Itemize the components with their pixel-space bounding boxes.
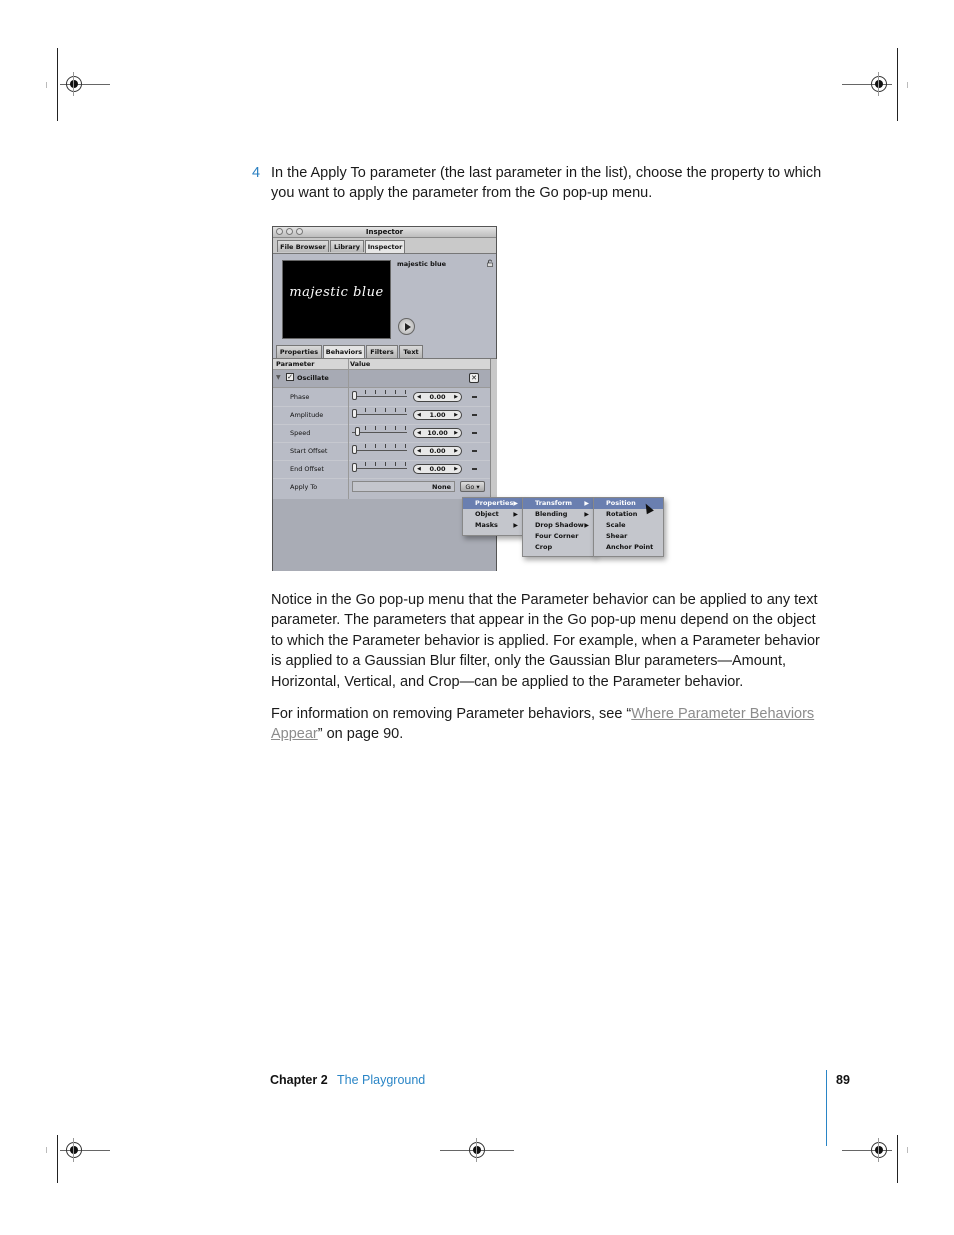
param-row-speed: Speed ◀ 10.00 ▶	[273, 424, 490, 443]
tab-properties[interactable]: Properties	[276, 345, 322, 358]
param-label: Start Offset	[290, 447, 328, 455]
behavior-name: Oscillate	[297, 374, 329, 382]
amplitude-slider[interactable]	[352, 409, 407, 418]
tab-filters[interactable]: Filters	[366, 345, 398, 358]
sub-tab-bar: Properties Behaviors Filters Text	[273, 344, 496, 359]
go-menu-level3: Position Rotation Scale Shear Anchor Poi…	[593, 497, 664, 557]
step-text: In the Apply To parameter (the last para…	[271, 165, 822, 202]
amplitude-value-field[interactable]: ◀ 1.00 ▶	[413, 410, 462, 420]
param-row-end-offset: End Offset ◀ 0.00 ▶	[273, 460, 490, 479]
slider-ticks	[365, 444, 406, 448]
reset-icon[interactable]	[472, 450, 477, 452]
object-name: majestic blue	[397, 260, 447, 268]
param-label: Amplitude	[290, 411, 324, 419]
slider-knob[interactable]	[352, 409, 357, 418]
tab-file-browser[interactable]: File Browser	[277, 240, 329, 252]
disclosure-triangle-icon[interactable]: ▼	[276, 374, 281, 381]
top-tab-bar: File Browser Library Inspector	[273, 238, 496, 254]
speed-value-field[interactable]: ◀ 10.00 ▶	[413, 428, 462, 438]
tab-text[interactable]: Text	[399, 345, 423, 358]
menu-item-scale[interactable]: Scale	[594, 520, 663, 531]
phase-slider[interactable]	[352, 391, 407, 400]
menu-item-properties[interactable]: Properties ▶	[463, 498, 523, 509]
footer-chapter-title: The Playground	[337, 1073, 426, 1087]
menu-item-masks[interactable]: Masks ▶	[463, 520, 523, 531]
param-row-phase: Phase ◀ 0.00 ▶	[273, 388, 490, 407]
slider-ticks	[365, 462, 406, 466]
slider-knob[interactable]	[352, 463, 357, 472]
footer-divider	[826, 1070, 827, 1146]
speed-slider[interactable]	[352, 427, 407, 436]
paragraph-more-info: For information on removing Parameter be…	[271, 704, 827, 745]
param-label: Apply To	[290, 483, 318, 491]
step-number: 4	[252, 165, 261, 181]
go-popup-button[interactable]: Go ▾	[460, 481, 485, 492]
param-label: Speed	[290, 429, 311, 437]
play-icon[interactable]	[398, 318, 415, 335]
menu-item-blending[interactable]: Blending ▶	[523, 509, 594, 520]
column-value: Value	[350, 360, 371, 368]
lock-icon[interactable]	[487, 259, 493, 267]
slider-knob[interactable]	[355, 427, 360, 436]
go-menu-level2: Transform ▶ Blending ▶ Drop Shadow ▶ Four C…	[522, 497, 595, 557]
tab-behaviors[interactable]: Behaviors	[323, 345, 365, 358]
param-row-amplitude: Amplitude ◀ 1.00 ▶	[273, 406, 490, 425]
column-header: Parameter Value	[273, 359, 490, 370]
menu-item-object[interactable]: Object ▶	[463, 509, 523, 520]
scrollbar[interactable]	[490, 359, 497, 499]
tab-library[interactable]: Library	[330, 240, 364, 252]
param-label: End Offset	[290, 465, 324, 473]
preview-text: majestic blue	[289, 285, 384, 300]
menu-item-transform[interactable]: Transform ▶	[523, 498, 594, 509]
menu-item-crop[interactable]: Crop	[523, 542, 594, 553]
title-bar: Inspector	[273, 227, 496, 238]
behavior-group-row: ▼ ✓ Oscillate ✕	[273, 370, 490, 388]
apply-to-field: None	[352, 481, 455, 492]
param-label: Phase	[290, 393, 310, 401]
preview-thumbnail: majestic blue	[282, 260, 391, 339]
reset-icon[interactable]	[472, 468, 477, 470]
paragraph-text: ” on page 90.	[317, 726, 404, 743]
window-title: Inspector	[365, 228, 404, 236]
menu-item-shear[interactable]: Shear	[594, 531, 663, 542]
end-offset-slider[interactable]	[352, 463, 407, 472]
paragraph-text: For information on removing Parameter be…	[271, 706, 632, 722]
tab-inspector[interactable]: Inspector	[365, 240, 405, 253]
param-row-apply-to: Apply To None Go ▾	[273, 478, 490, 496]
reset-icon[interactable]	[472, 396, 477, 398]
paragraph-notice: Notice in the Go pop-up menu that the Pa…	[271, 592, 820, 690]
menu-item-anchor-point[interactable]: Anchor Point	[594, 542, 663, 553]
remove-behavior-icon[interactable]: ✕	[469, 373, 479, 383]
param-row-start-offset: Start Offset ◀ 0.00 ▶	[273, 442, 490, 461]
slider-ticks	[365, 390, 406, 394]
slider-knob[interactable]	[352, 391, 357, 400]
parameter-table: Parameter Value ▼ ✓ Oscillate ✕ Phase ◀ 0…	[273, 359, 490, 499]
phase-value-field[interactable]: ◀ 0.00 ▶	[413, 392, 462, 402]
column-divider	[348, 359, 349, 499]
slider-knob[interactable]	[352, 445, 357, 454]
slider-ticks	[365, 408, 406, 412]
column-parameter: Parameter	[276, 360, 315, 368]
start-offset-value-field[interactable]: ◀ 0.00 ▶	[413, 446, 462, 456]
end-offset-value-field[interactable]: ◀ 0.00 ▶	[413, 464, 462, 474]
page-number: 89	[836, 1073, 850, 1087]
start-offset-slider[interactable]	[352, 445, 407, 454]
slider-ticks	[365, 426, 406, 430]
menu-item-four-corner[interactable]: Four Corner	[523, 531, 594, 542]
reset-icon[interactable]	[472, 432, 477, 434]
reset-icon[interactable]	[472, 414, 477, 416]
footer-chapter: Chapter 2	[270, 1073, 328, 1087]
menu-item-drop-shadow[interactable]: Drop Shadow ▶	[523, 520, 594, 531]
enable-checkbox[interactable]: ✓	[286, 373, 294, 381]
go-menu-level1: Properties ▶ Object ▶ Masks ▶	[462, 497, 524, 536]
